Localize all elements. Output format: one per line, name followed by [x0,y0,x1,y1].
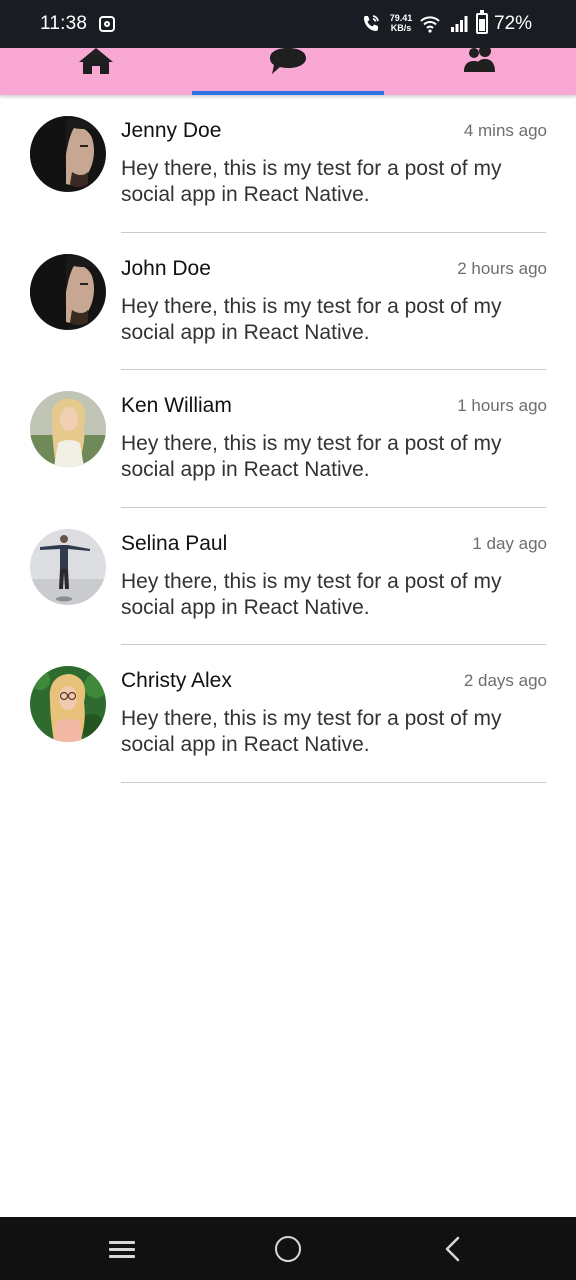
avatar[interactable] [30,391,106,467]
message-item[interactable]: John Doe 2 hours ago Hey there, this is … [0,233,576,370]
divider [121,781,546,783]
message-item[interactable]: Ken William 1 hours ago Hey there, this … [0,370,576,508]
system-nav-bar [0,1217,576,1280]
back-chevron-icon[interactable] [442,1236,464,1262]
message-item[interactable]: Jenny Doe 4 mins ago Hey there, this is … [0,95,576,233]
user-name: Jenny Doe [121,119,222,142]
tab-bar [0,48,576,95]
avatar-photo-man-levitating [30,528,106,605]
message-preview: Hey there, this is my test for a post of… [121,157,502,206]
users-icon [464,48,495,72]
instagram-notification-icon [99,16,115,32]
tab-home[interactable] [0,48,192,95]
user-name: John Doe [121,256,211,280]
message-list: Jenny Doe 4 mins ago Hey there, this is … [0,95,576,783]
avatar[interactable] [30,253,106,330]
message-time: 4 mins ago [463,121,547,140]
tab-friends[interactable] [384,48,576,95]
network-speed-unit: KB/s [390,23,412,33]
network-speed: 79.41 KB/s [388,13,414,33]
battery-icon [476,10,488,34]
menu-icon[interactable] [109,1238,135,1260]
message-item[interactable]: Christy Alex 2 days ago Hey there, this … [0,645,576,783]
message-time: 2 hours ago [457,258,547,278]
tab-messages[interactable] [192,48,384,95]
cell-signal-icon [451,16,468,32]
message-preview: Hey there, this is my test for a post of… [121,707,502,756]
message-preview: Hey there, this is my test for a post of… [121,432,502,481]
wifi-calling-icon [364,15,379,31]
message-item[interactable]: Selina Paul 1 day ago Hey there, this is… [0,508,576,645]
avatar-photo-man [30,253,106,330]
avatar-photo-man [30,116,106,192]
network-speed-value: 79.41 [389,13,413,23]
avatar[interactable] [30,528,106,605]
message-time: 1 day ago [472,533,547,553]
home-circle-icon[interactable] [275,1236,301,1262]
status-bar: 11:38 79.41 KB/s 72% [0,0,576,48]
user-name: Selina Paul [121,531,228,555]
status-time: 11:38 [40,13,88,34]
chat-bubble-icon [270,48,306,74]
wifi-icon [420,16,440,33]
avatar-photo-woman-glasses [30,666,106,742]
message-time: 1 hours ago [457,396,547,415]
home-icon [79,48,113,74]
user-name: Ken William [121,394,232,417]
battery-percent: 72% [494,13,533,34]
message-preview: Hey there, this is my test for a post of… [121,294,502,344]
avatar-photo-woman-blonde [30,391,106,467]
avatar[interactable] [30,666,106,742]
avatar[interactable] [30,116,106,192]
message-preview: Hey there, this is my test for a post of… [121,569,502,619]
user-name: Christy Alex [121,669,232,692]
message-time: 2 days ago [463,671,547,690]
